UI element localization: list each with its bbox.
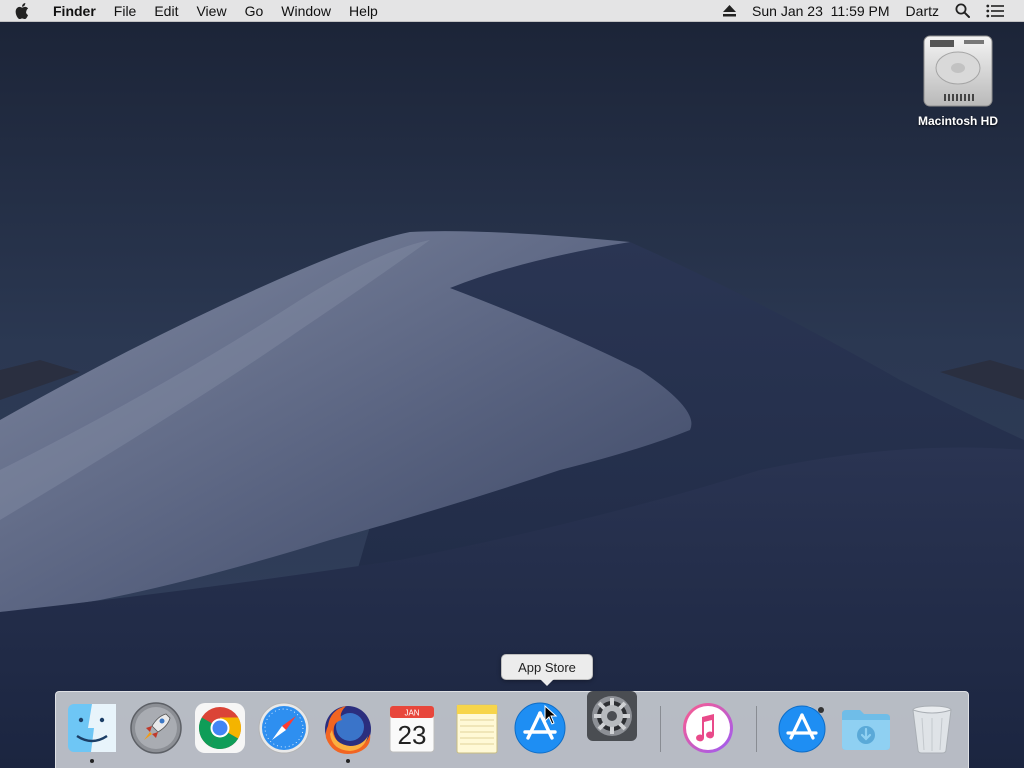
menu-go[interactable]: Go	[236, 0, 273, 22]
spotlight-search-icon[interactable]	[947, 0, 978, 22]
system-preferences-icon	[587, 691, 637, 741]
running-indicator	[346, 759, 350, 763]
dock-separator	[756, 706, 757, 752]
firefox-icon	[325, 706, 371, 754]
menu-bar: Finder File Edit View Go Window Help Sun…	[0, 0, 1024, 22]
dock-item-safari[interactable]	[256, 700, 312, 756]
dock-item-app-store-stack[interactable]	[774, 700, 830, 756]
safari-icon	[258, 702, 310, 754]
dock-item-firefox[interactable]	[320, 700, 376, 763]
calendar-month: JAN	[404, 709, 419, 718]
notification-center-icon[interactable]	[978, 0, 1012, 22]
app-store-icon	[514, 702, 566, 754]
dock-tooltip-arrow	[540, 679, 554, 686]
dock-item-notes[interactable]	[448, 700, 504, 756]
app-store-icon	[778, 705, 826, 753]
desktop: Finder File Edit View Go Window Help Sun…	[0, 0, 1024, 768]
finder-icon	[68, 704, 116, 752]
dock-item-downloads[interactable]	[838, 700, 894, 756]
notes-icon	[456, 704, 498, 754]
running-indicator	[90, 759, 94, 763]
chrome-icon	[195, 703, 245, 753]
calendar-icon: JAN 23	[389, 705, 435, 753]
downloads-folder-icon	[842, 710, 890, 750]
menu-clock[interactable]: Sun Jan 23 11:59 PM	[744, 0, 898, 22]
dock-item-calendar[interactable]: JAN 23	[384, 700, 440, 756]
menu-bar-left: Finder File Edit View Go Window Help	[0, 0, 387, 22]
wallpaper	[0, 0, 1024, 768]
dock-item-launchpad[interactable]	[128, 700, 184, 756]
dock-item-chrome[interactable]	[192, 700, 248, 756]
menu-user[interactable]: Dartz	[898, 0, 947, 22]
calendar-day: 23	[398, 720, 427, 750]
menu-help[interactable]: Help	[340, 0, 387, 22]
dock-tooltip: App Store	[501, 654, 593, 680]
dock-item-itunes[interactable]	[680, 700, 736, 756]
dock-item-system-preferences[interactable]	[584, 688, 640, 744]
dock-item-app-store[interactable]	[512, 700, 568, 756]
menu-view[interactable]: View	[187, 0, 235, 22]
dock: JAN 23	[55, 691, 969, 768]
desktop-drive-label: Macintosh HD	[917, 114, 998, 128]
menu-app-finder[interactable]: Finder	[44, 0, 105, 22]
dock-item-trash[interactable]	[904, 700, 960, 756]
trash-icon	[912, 705, 952, 754]
apple-logo-icon[interactable]	[0, 0, 44, 22]
dock-separator	[660, 706, 661, 752]
itunes-icon	[683, 703, 733, 753]
menu-file[interactable]: File	[105, 0, 146, 22]
hard-drive-icon	[923, 35, 993, 107]
menu-edit[interactable]: Edit	[145, 0, 187, 22]
menu-window[interactable]: Window	[272, 0, 340, 22]
dock-item-finder[interactable]	[64, 700, 120, 763]
eject-icon[interactable]	[715, 0, 744, 22]
menu-bar-right: Sun Jan 23 11:59 PM Dartz	[715, 0, 1024, 22]
desktop-drive-macintosh-hd[interactable]: Macintosh HD	[906, 30, 1010, 128]
launchpad-icon	[130, 702, 182, 754]
mouse-cursor-icon	[544, 705, 558, 725]
